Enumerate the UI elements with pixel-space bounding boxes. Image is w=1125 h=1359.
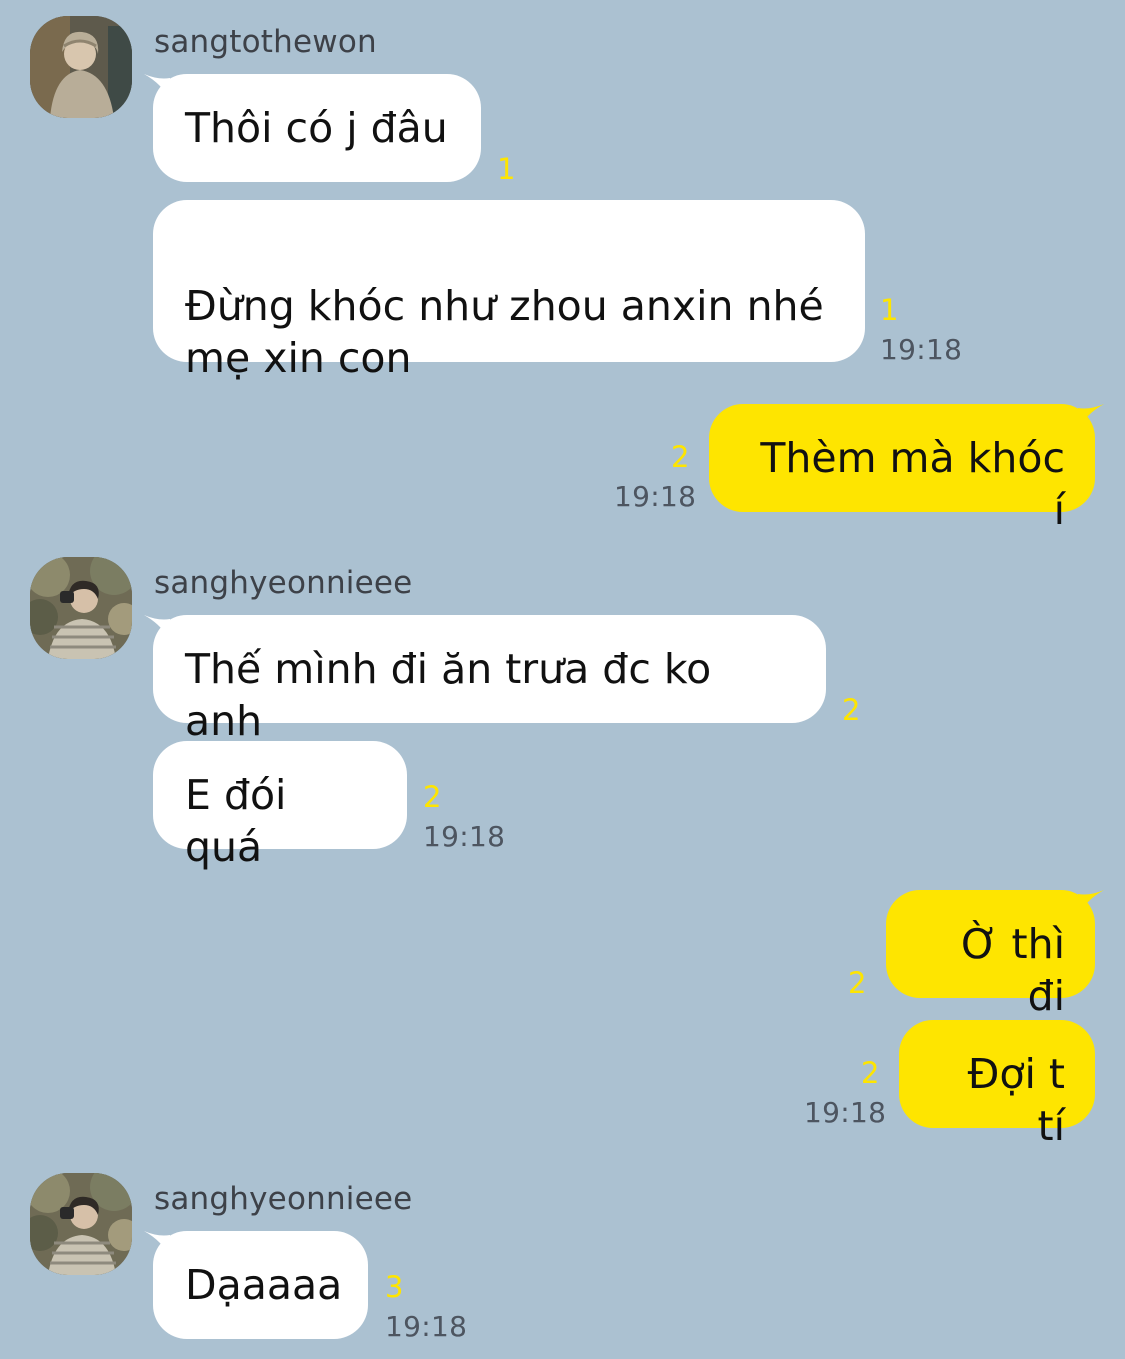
message-text: Thế mình đi ăn trưa đc ko anh xyxy=(185,645,712,745)
sender-name: sanghyeonnieee xyxy=(154,1181,413,1217)
message-bubble[interactable]: Thôi có j đâu xyxy=(153,74,481,182)
message-bubble[interactable]: Thế mình đi ăn trưa đc ko anh xyxy=(153,615,826,745)
avatar[interactable] xyxy=(30,1173,132,1275)
message-text: Đợi t tí xyxy=(967,1050,1065,1150)
unread-count: 1 xyxy=(497,152,516,186)
message-bubble[interactable]: Thèm mà khóc í xyxy=(709,404,1095,534)
avatar[interactable] xyxy=(30,16,132,118)
message-timestamp: 19:18 xyxy=(423,820,506,853)
avatar[interactable] xyxy=(30,557,132,659)
message-timestamp: 19:18 xyxy=(880,333,963,366)
message-timestamp: 19:18 xyxy=(804,1096,887,1129)
message-timestamp: 19:18 xyxy=(385,1310,468,1343)
message-bubble[interactable]: Dạaaaa xyxy=(153,1231,368,1339)
unread-count: 2 xyxy=(671,440,690,474)
profile-photo-icon xyxy=(30,557,132,659)
message-text: Đừng khóc như zhou anxin nhé mẹ xin con xyxy=(185,282,824,382)
unread-count: 3 xyxy=(385,1270,404,1304)
sender-name: sangtothewon xyxy=(154,24,377,60)
message-bubble[interactable]: E đói quá xyxy=(153,741,407,871)
message-text: Dạaaaa xyxy=(185,1261,343,1309)
unread-count: 1 xyxy=(880,293,899,327)
message-bubble[interactable]: Đừng khóc như zhou anxin nhé mẹ xin con xyxy=(153,200,865,382)
unread-count: 2 xyxy=(848,966,867,1000)
message-text: Thèm mà khóc í xyxy=(760,434,1065,534)
unread-count: 2 xyxy=(861,1056,880,1090)
profile-photo-icon xyxy=(30,16,132,118)
message-text: Ờ thì đi xyxy=(961,920,1065,1020)
unread-count: 2 xyxy=(842,693,861,727)
message-bubble[interactable]: Ờ thì đi xyxy=(886,890,1095,1020)
unread-count: 2 xyxy=(423,780,442,814)
profile-photo-icon xyxy=(30,1173,132,1275)
message-bubble[interactable]: Đợi t tí xyxy=(899,1020,1095,1150)
sender-name: sanghyeonnieee xyxy=(154,565,413,601)
message-timestamp: 19:18 xyxy=(614,480,697,513)
message-text: E đói quá xyxy=(185,771,287,871)
message-text: Thôi có j đâu xyxy=(185,104,448,152)
